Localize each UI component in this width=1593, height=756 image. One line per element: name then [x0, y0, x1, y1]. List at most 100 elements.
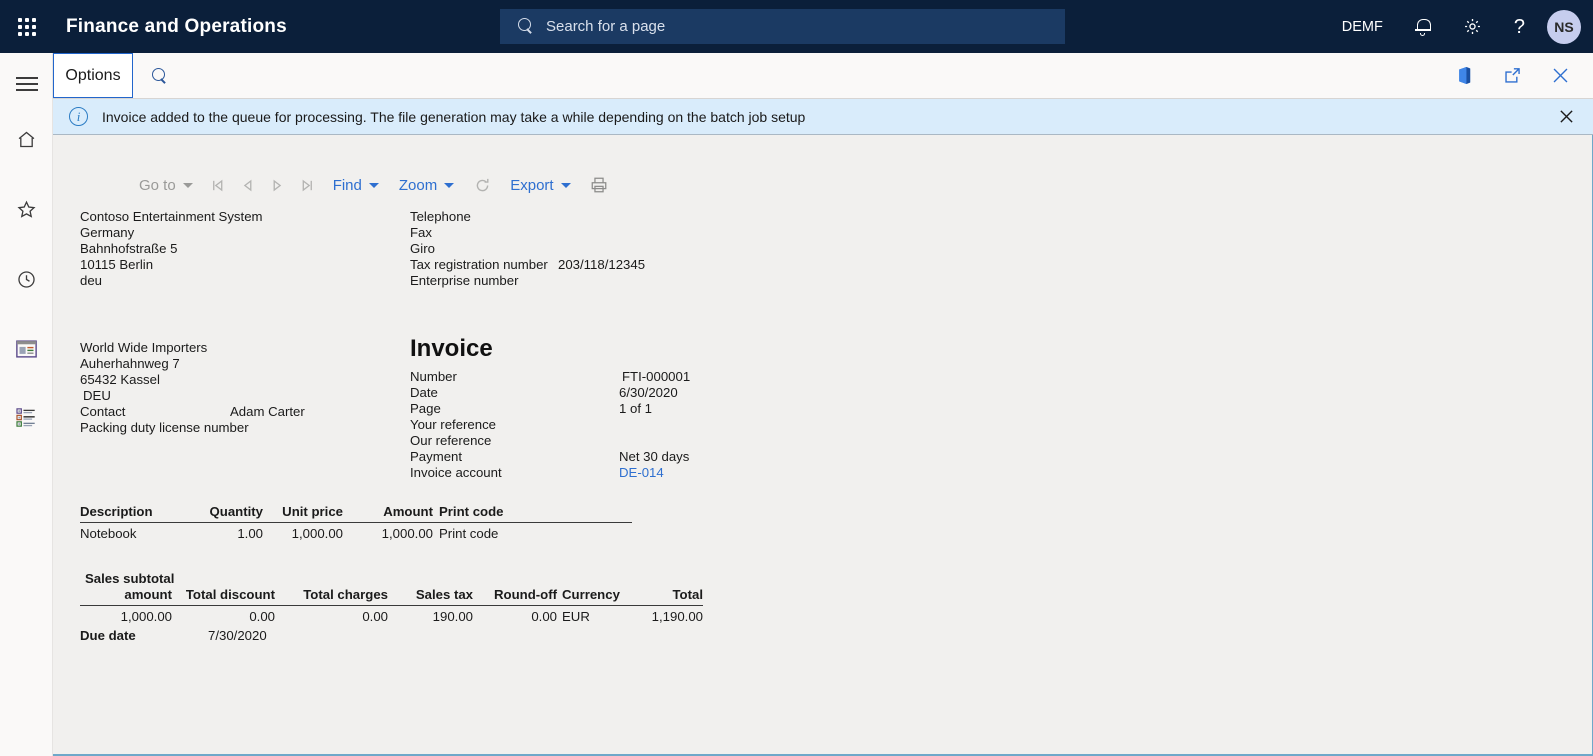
lines-header-rule	[80, 522, 632, 523]
goto-dropdown[interactable]: Go to	[139, 171, 193, 199]
totals-value-roundoff: 0.00	[477, 609, 557, 624]
next-page-button[interactable]	[263, 171, 293, 199]
company-country-code: deu	[80, 273, 102, 288]
detail-label-date: Date	[410, 385, 438, 400]
company-selector[interactable]: DEMF	[1326, 0, 1399, 53]
close-icon	[1551, 66, 1570, 85]
detail-label-your-reference: Your reference	[410, 417, 496, 432]
customer-street: Auherhahnweg 7	[80, 356, 180, 371]
zoom-dropdown[interactable]: Zoom	[399, 171, 454, 199]
contact-field-label-enterprise: Enterprise number	[410, 273, 518, 288]
global-search-box[interactable]: Search for a page	[500, 9, 1065, 44]
report-viewer: Go to Find	[53, 135, 1593, 756]
last-page-button[interactable]	[293, 171, 323, 199]
next-page-icon	[270, 178, 285, 193]
report-toolbar: Go to Find	[139, 171, 617, 199]
notifications-button[interactable]	[1399, 0, 1447, 53]
chevron-down-icon	[369, 183, 379, 188]
due-date-value: 7/30/2020	[208, 628, 267, 643]
office-button[interactable]	[1443, 54, 1485, 98]
last-page-icon	[300, 178, 315, 193]
modules-list-icon	[16, 408, 37, 427]
app-launcher-icon	[18, 18, 36, 36]
office-icon	[1456, 66, 1473, 85]
detail-value-date: 6/30/2020	[619, 385, 678, 400]
due-date-label: Due date	[80, 628, 136, 643]
refresh-button[interactable]	[464, 171, 500, 199]
sidebar-item-home[interactable]	[0, 116, 53, 162]
first-page-icon	[210, 178, 225, 193]
customer-name: World Wide Importers	[80, 340, 207, 355]
chevron-down-icon	[183, 183, 193, 188]
close-icon	[1559, 109, 1574, 124]
message-bar-close-button[interactable]	[1555, 106, 1577, 128]
print-button[interactable]	[581, 171, 617, 199]
lines-header-quantity: Quantity	[183, 504, 263, 519]
line-description: Notebook	[80, 526, 136, 541]
top-navigation-bar: Finance and Operations Search for a page…	[0, 0, 1593, 53]
left-navigation-rail	[0, 53, 53, 756]
zoom-label: Zoom	[399, 177, 437, 194]
detail-value-number: FTI-000001	[622, 369, 690, 384]
home-icon	[16, 129, 37, 150]
detail-value-payment: Net 30 days	[619, 449, 689, 464]
sidebar-item-modules[interactable]	[0, 394, 53, 440]
totals-header-discount: Total discount	[175, 587, 275, 602]
previous-page-button[interactable]	[233, 171, 263, 199]
lines-header-description: Description	[80, 504, 153, 519]
detail-label-page: Page	[410, 401, 441, 416]
detail-label-invoice-account: Invoice account	[410, 465, 502, 480]
contact-field-label-telephone: Telephone	[410, 209, 471, 224]
totals-value-total: 1,190.00	[613, 609, 703, 624]
detail-label-payment: Payment	[410, 449, 462, 464]
line-print-code: Print code	[439, 526, 498, 541]
command-bar-actions	[1443, 53, 1593, 98]
hamburger-icon	[16, 77, 38, 91]
search-icon	[152, 68, 168, 84]
company-city: 10115 Berlin	[80, 257, 153, 272]
line-amount: 1,000.00	[343, 526, 433, 541]
detail-value-page: 1 of 1	[619, 401, 652, 416]
avatar[interactable]: NS	[1547, 10, 1581, 44]
company-country: Germany	[80, 225, 134, 240]
totals-header-subtotal-line2: amount	[80, 587, 172, 602]
sidebar-item-recent[interactable]	[0, 256, 53, 302]
chevron-down-icon	[444, 183, 454, 188]
refresh-icon	[474, 177, 491, 194]
app-launcher-button[interactable]	[0, 0, 53, 53]
export-label: Export	[510, 177, 553, 194]
message-bar: i Invoice added to the queue for process…	[53, 99, 1593, 135]
sidebar-item-favorites[interactable]	[0, 186, 53, 232]
top-bar-actions: DEMF ? NS	[1326, 0, 1593, 53]
command-bar: Options	[53, 53, 1593, 99]
contact-field-label-giro: Giro	[410, 241, 435, 256]
customer-packing-label: Packing duty license number	[80, 420, 249, 435]
detail-value-invoice-account[interactable]: DE-014	[619, 465, 664, 480]
goto-label: Go to	[139, 177, 176, 194]
close-page-button[interactable]	[1539, 54, 1581, 98]
page-title: Invoice	[410, 335, 493, 363]
sidebar-item-workspaces[interactable]	[0, 326, 53, 372]
detail-label-number: Number	[410, 369, 457, 384]
nav-menu-button[interactable]	[0, 61, 53, 107]
page-search-button[interactable]	[133, 53, 187, 98]
clock-icon	[16, 269, 37, 290]
help-button[interactable]: ?	[1498, 0, 1541, 53]
info-icon: i	[69, 107, 88, 126]
totals-header-tax: Sales tax	[393, 587, 473, 602]
first-page-button[interactable]	[203, 171, 233, 199]
open-in-new-window-icon	[1503, 66, 1522, 85]
tab-options[interactable]: Options	[53, 53, 133, 98]
export-dropdown[interactable]: Export	[510, 171, 570, 199]
totals-value-charges: 0.00	[285, 609, 388, 624]
totals-value-currency: EUR	[562, 609, 590, 624]
contact-field-value-tax-registration: 203/118/12345	[558, 257, 645, 272]
totals-header-subtotal-line1: Sales subtotal	[85, 571, 174, 586]
search-icon	[518, 18, 535, 35]
totals-header-currency: Currency	[562, 587, 620, 602]
settings-button[interactable]	[1447, 0, 1498, 53]
open-in-new-window-button[interactable]	[1491, 54, 1533, 98]
contact-field-label-tax-registration: Tax registration number	[410, 257, 548, 272]
find-dropdown[interactable]: Find	[333, 171, 379, 199]
chevron-down-icon	[561, 183, 571, 188]
